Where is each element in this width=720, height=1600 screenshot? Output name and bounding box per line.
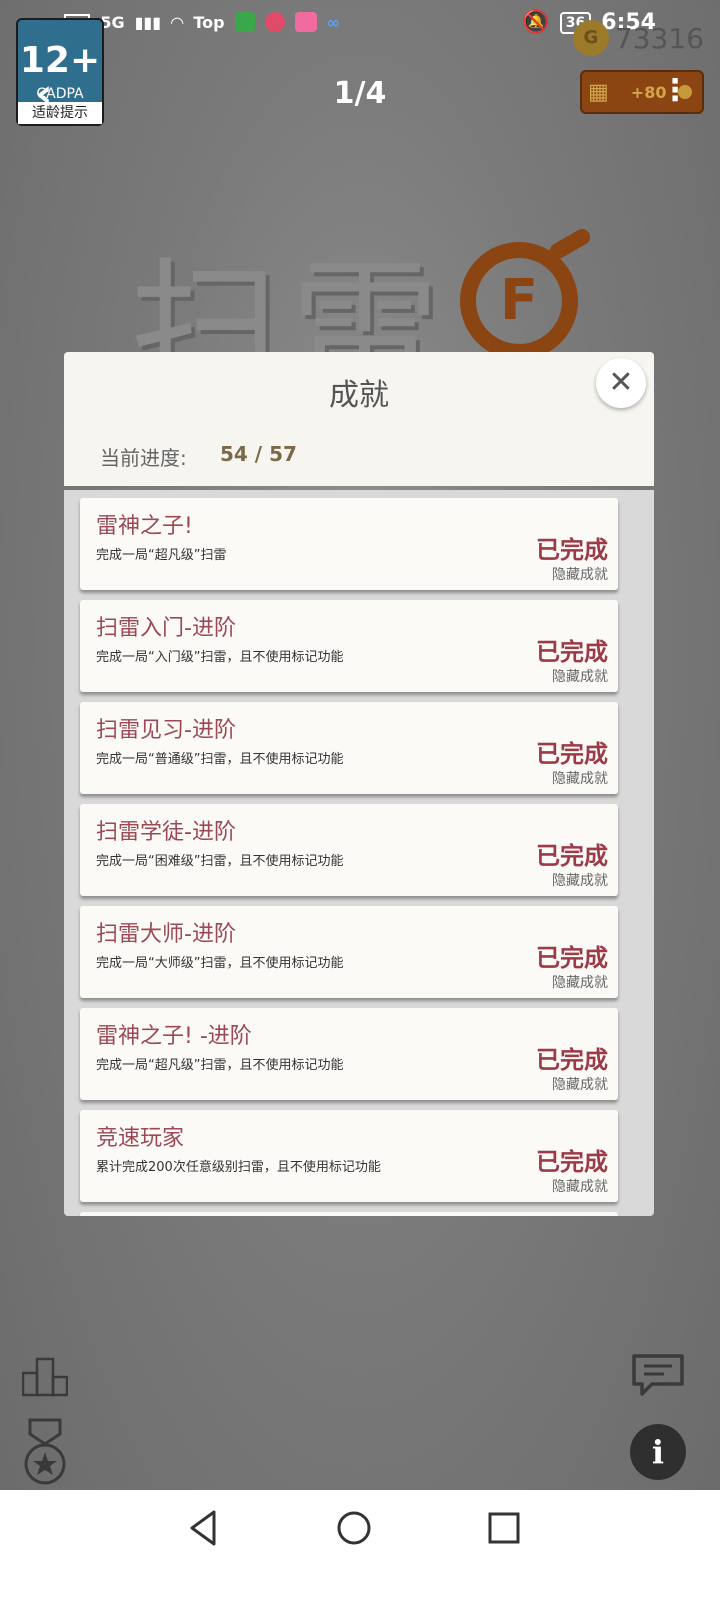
achievement-title: 雷神之子! -进阶: [96, 1024, 252, 1049]
app-icon-3: [294, 12, 317, 32]
dialog-title: 成就: [329, 378, 389, 413]
achievement-status: 已完成: [536, 944, 608, 972]
achievement-desc: 完成一局“困难级”扫雷，且不使用标记功能: [96, 854, 344, 869]
achievement-title: 竞速玩家: [96, 1126, 185, 1151]
achievement-tag: 隐藏成就: [552, 1077, 608, 1093]
achievement-tag: 隐藏成就: [552, 873, 608, 889]
achievement-card[interactable]: 扫雷学徒-进阶 完成一局“困难级”扫雷，且不使用标记功能 已完成 隐藏成就: [80, 804, 618, 896]
coin-icon: G: [572, 20, 609, 56]
achievement-tag: 隐藏成就: [552, 567, 608, 583]
achievement-title: 雷神之子!: [96, 514, 193, 539]
leaderboard-icon[interactable]: [22, 1355, 68, 1397]
achievement-title: 扫雷大师-进阶: [96, 922, 236, 947]
medal-icon[interactable]: [22, 1418, 68, 1488]
app-icon-2: [264, 12, 285, 32]
achievement-card[interactable]: 扫雷大师-进阶 完成一局“大师级”扫雷，且不使用标记功能 已完成 隐藏成就: [80, 906, 618, 998]
coin-balance: G 73316: [572, 20, 704, 56]
achievement-status: 已完成: [536, 740, 608, 768]
achievements-dialog-header: 成就 当前进度: 54 / 57: [64, 352, 654, 486]
progress-label: 当前进度:: [100, 446, 187, 470]
bomb-logo-icon: F: [460, 242, 578, 360]
top-app-icon: Top: [193, 12, 225, 32]
signal-icon: ▮▮▮: [134, 12, 162, 32]
achievement-title: 扫雷见习-进阶: [96, 718, 236, 743]
achievement-desc: 完成一局“超凡级”扫雷，且不使用标记功能: [96, 1058, 344, 1073]
achievement-card[interactable]: 扫雷入门-进阶 完成一局“入门级”扫雷，且不使用标记功能 已完成 隐藏成就: [80, 600, 618, 692]
info-icon[interactable]: i: [630, 1424, 686, 1480]
achievement-tag: 隐藏成就: [552, 975, 608, 991]
wifi-icon: ◠: [171, 12, 184, 32]
nav-recents-icon[interactable]: [484, 1508, 524, 1548]
achievement-tag: 隐藏成就: [552, 771, 608, 787]
achievement-card[interactable]: 竞速玩家 累计完成200次任意级别扫雷，且不使用标记功能 已完成 隐藏成就: [80, 1110, 618, 1202]
achievement-card-partial: [80, 1212, 618, 1216]
nav-back-icon[interactable]: [184, 1508, 224, 1548]
film-icon: ▦: [588, 79, 609, 105]
bomb-letter: F: [499, 268, 539, 333]
mute-icon: 🔕: [522, 10, 550, 35]
message-icon[interactable]: [630, 1352, 686, 1398]
progress-value: 54 / 57: [220, 442, 297, 466]
coin-count: 73316: [614, 21, 704, 55]
achievement-status: 已完成: [536, 638, 608, 666]
achievement-card[interactable]: 雷神之子! 完成一局“超凡级”扫雷 已完成 隐藏成就: [80, 498, 618, 590]
achievement-title: 扫雷入门-进阶: [96, 616, 236, 641]
achievement-desc: 完成一局“大师级”扫雷，且不使用标记功能: [96, 956, 344, 971]
achievement-status: 已完成: [536, 842, 608, 870]
system-nav-bar: [0, 1490, 720, 1600]
achievement-title: 扫雷学徒-进阶: [96, 820, 236, 845]
achievement-desc: 完成一局“入门级”扫雷，且不使用标记功能: [96, 650, 344, 665]
more-menu-icon[interactable]: ⋮: [660, 76, 690, 106]
achievement-card[interactable]: 雷神之子! -进阶 完成一局“超凡级”扫雷，且不使用标记功能 已完成 隐藏成就: [80, 1008, 618, 1100]
achievement-list[interactable]: 雷神之子! 完成一局“超凡级”扫雷 已完成 隐藏成就 扫雷入门-进阶 完成一局“…: [64, 490, 654, 1216]
achievement-tag: 隐藏成就: [552, 1179, 608, 1195]
nav-home-icon[interactable]: [334, 1508, 374, 1548]
app-icon-1: [234, 12, 255, 32]
achievement-desc: 完成一局“普通级”扫雷，且不使用标记功能: [96, 752, 344, 767]
achievement-desc: 累计完成200次任意级别扫雷，且不使用标记功能: [96, 1160, 381, 1175]
achievement-desc: 完成一局“超凡级”扫雷: [96, 548, 227, 563]
app-icon-4: ∞: [326, 12, 340, 32]
close-icon[interactable]: ✕: [596, 358, 646, 408]
status-left: HD 5G ▮▮▮ ◠ Top ∞: [64, 12, 340, 32]
achievement-status: 已完成: [536, 536, 608, 564]
achievement-tag: 隐藏成就: [552, 669, 608, 685]
achievement-status: 已完成: [536, 1148, 608, 1176]
achievement-status: 已完成: [536, 1046, 608, 1074]
achievement-card[interactable]: 扫雷见习-进阶 完成一局“普通级”扫雷，且不使用标记功能 已完成 隐藏成就: [80, 702, 618, 794]
